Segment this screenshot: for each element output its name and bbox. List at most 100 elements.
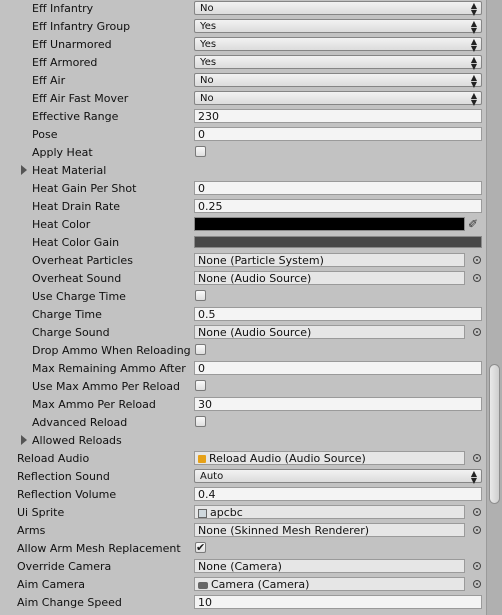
ui-sprite-value: apcbc [210, 506, 243, 519]
property-row-heat-color-gain: Heat Color Gain [0, 234, 486, 252]
reflection-sound-dropdown[interactable]: Auto ▲ ▼ [194, 469, 482, 485]
heat-drain-rate-field[interactable]: 0.25 [194, 199, 482, 213]
eff-infantry-group-dropdown[interactable]: Yes ▲ ▼ [194, 19, 482, 35]
aim-change-speed-field[interactable]: 10 [194, 595, 482, 609]
property-row-eff-air: Eff Air No ▲ ▼ [0, 72, 486, 90]
eff-air-fast-mover-dropdown[interactable]: No ▲ ▼ [194, 91, 482, 107]
label-override-camera: Override Camera [17, 560, 112, 573]
object-picker-icon[interactable] [473, 562, 481, 570]
label-effective-range: Effective Range [32, 110, 119, 123]
property-row-reflection-sound: Reflection Sound Auto ▲ ▼ [0, 468, 486, 486]
advanced-reload-checkbox[interactable] [195, 416, 206, 427]
reload-audio-value: Reload Audio (Audio Source) [209, 452, 366, 465]
eff-infantry-dropdown[interactable]: No ▲ ▼ [194, 1, 482, 17]
object-picker-icon[interactable] [473, 580, 481, 588]
label-max-remaining-ammo-after: Max Remaining Ammo After [32, 362, 186, 375]
reload-audio-object-field[interactable]: Reload Audio (Audio Source) [194, 451, 465, 465]
max-remaining-ammo-after-field[interactable]: 0 [194, 361, 482, 375]
label-arms: Arms [17, 524, 46, 537]
label-apply-heat: Apply Heat [32, 146, 93, 159]
label-heat-gain-per-shot: Heat Gain Per Shot [32, 182, 137, 195]
property-row-aim-camera: Aim Camera Camera (Camera) [0, 576, 486, 594]
object-picker-icon[interactable] [473, 454, 481, 462]
reflection-volume-field[interactable]: 0.4 [194, 487, 482, 501]
eff-air-dropdown[interactable]: No ▲ ▼ [194, 73, 482, 89]
label-eff-armored: Eff Armored [32, 56, 98, 69]
arms-value: None (Skinned Mesh Renderer) [198, 524, 370, 537]
max-ammo-per-reload-field[interactable]: 30 [194, 397, 482, 411]
use-charge-time-checkbox[interactable] [195, 290, 206, 301]
eff-unarmored-dropdown[interactable]: Yes ▲ ▼ [194, 37, 482, 53]
label-drop-ammo-when-reloading: Drop Ammo When Reloading [32, 344, 191, 357]
object-picker-icon[interactable] [473, 508, 481, 516]
object-picker-icon[interactable] [473, 526, 481, 534]
property-row-max-remaining-ammo-after: Max Remaining Ammo After 0 [0, 360, 486, 378]
property-row-override-camera: Override Camera None (Camera) [0, 558, 486, 576]
property-row-max-ammo-per-reload: Max Ammo Per Reload 30 [0, 396, 486, 414]
eff-infantry-value: No [200, 3, 214, 14]
charge-time-field[interactable]: 0.5 [194, 307, 482, 321]
charge-sound-object-field[interactable]: None (Audio Source) [194, 325, 465, 339]
label-eff-infantry-group: Eff Infantry Group [32, 20, 131, 33]
arms-object-field[interactable]: None (Skinned Mesh Renderer) [194, 523, 465, 537]
heat-color-gain-swatch[interactable] [194, 236, 482, 248]
property-row-heat-material: Heat Material [0, 162, 486, 180]
pose-field[interactable]: 0 [194, 127, 482, 141]
object-picker-icon[interactable] [473, 274, 481, 282]
eff-air-fast-mover-value: No [200, 93, 214, 104]
label-use-max-ammo-per-reload: Use Max Ammo Per Reload [32, 380, 180, 393]
label-ui-sprite: Ui Sprite [17, 506, 65, 519]
drop-ammo-when-reloading-checkbox[interactable] [195, 344, 206, 355]
property-row-effective-range: Effective Range 230 [0, 108, 486, 126]
object-picker-icon[interactable] [473, 328, 481, 336]
label-charge-time: Charge Time [32, 308, 102, 321]
apply-heat-checkbox[interactable] [195, 146, 206, 157]
aim-camera-value: Camera (Camera) [211, 578, 310, 591]
property-row-heat-gain-per-shot: Heat Gain Per Shot 0 [0, 180, 486, 198]
overheat-particles-value: None (Particle System) [198, 254, 324, 267]
overheat-sound-object-field[interactable]: None (Audio Source) [194, 271, 465, 285]
charge-sound-value: None (Audio Source) [198, 326, 312, 339]
vertical-scrollbar[interactable] [486, 0, 502, 615]
overheat-particles-object-field[interactable]: None (Particle System) [194, 253, 465, 267]
foldout-arrow-icon[interactable] [21, 165, 27, 175]
inspector-panel: Eff Infantry No ▲ ▼ Eff Infantry Group Yes ▲ ▼ E… [0, 0, 486, 615]
property-row-eff-air-fast-mover: Eff Air Fast Mover No ▲ ▼ [0, 90, 486, 108]
heat-color-swatch[interactable] [194, 217, 465, 231]
property-row-heat-color: Heat Color ✐ [0, 216, 486, 234]
up-down-arrows-icon: ▲ ▼ [470, 469, 477, 485]
label-reflection-volume: Reflection Volume [17, 488, 117, 501]
object-picker-icon[interactable] [473, 256, 481, 264]
aim-camera-object-field[interactable]: Camera (Camera) [194, 577, 465, 591]
eff-armored-dropdown[interactable]: Yes ▲ ▼ [194, 55, 482, 71]
label-eff-unarmored: Eff Unarmored [32, 38, 112, 51]
reflection-sound-value: Auto [200, 471, 224, 482]
property-row-allowed-reloads: Allowed Reloads [0, 432, 486, 450]
label-heat-color-gain: Heat Color Gain [32, 236, 120, 249]
up-down-arrows-icon: ▲ ▼ [470, 19, 477, 35]
ui-sprite-object-field[interactable]: apcbc [194, 505, 465, 519]
heat-gain-per-shot-field[interactable]: 0 [194, 181, 482, 195]
label-charge-sound: Charge Sound [32, 326, 110, 339]
property-row-eff-armored: Eff Armored Yes ▲ ▼ [0, 54, 486, 72]
label-allowed-reloads[interactable]: Allowed Reloads [32, 432, 192, 450]
effective-range-field[interactable]: 230 [194, 109, 482, 123]
eyedropper-icon[interactable]: ✐ [468, 217, 478, 231]
label-aim-camera: Aim Camera [17, 578, 85, 591]
up-down-arrows-icon: ▲ ▼ [470, 91, 477, 107]
scrollbar-thumb[interactable] [489, 364, 500, 504]
property-row-eff-infantry: Eff Infantry No ▲ ▼ [0, 0, 486, 18]
use-max-ammo-per-reload-checkbox[interactable] [195, 380, 206, 391]
property-row-pose: Pose 0 [0, 126, 486, 144]
property-row-overheat-sound: Overheat Sound None (Audio Source) [0, 270, 486, 288]
foldout-arrow-icon[interactable] [21, 435, 27, 445]
audio-source-icon [198, 455, 206, 463]
property-row-arms: Arms None (Skinned Mesh Renderer) [0, 522, 486, 540]
label-heat-material[interactable]: Heat Material [32, 162, 192, 180]
up-down-arrows-icon: ▲ ▼ [470, 55, 477, 71]
label-heat-drain-rate: Heat Drain Rate [32, 200, 121, 213]
allow-arm-mesh-replacement-checkbox[interactable]: ✔ [195, 542, 206, 553]
override-camera-object-field[interactable]: None (Camera) [194, 559, 465, 573]
label-overheat-sound: Overheat Sound [32, 272, 122, 285]
camera-icon [198, 581, 208, 589]
